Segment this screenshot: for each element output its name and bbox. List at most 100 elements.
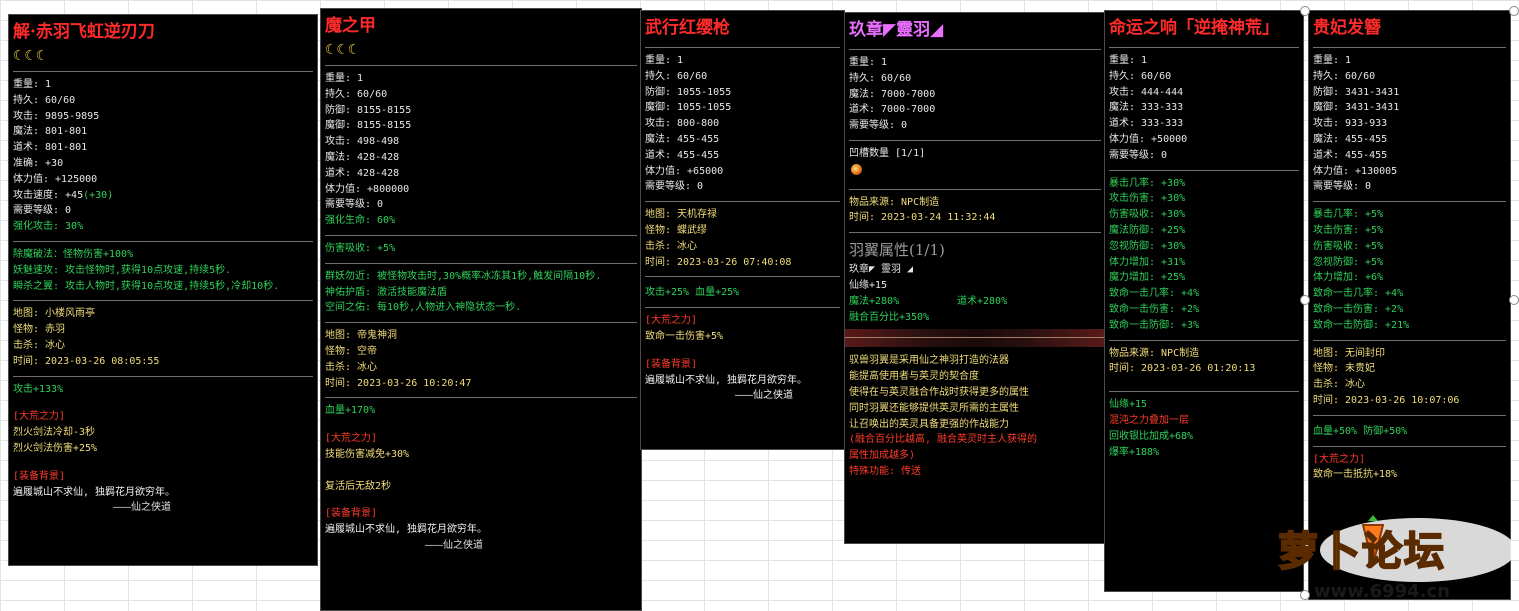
bonus-line: 伤害吸收: +5% <box>1313 240 1384 252</box>
desc-line: 能提高使用者与英灵的契合度 <box>849 371 979 383</box>
tooltip-demon-armor: 魔之甲 ☾☾☾ 重量: 1 持久: 60/60 防御: 8155-8155 魔御… <box>320 8 642 611</box>
moon-rank-icon: ☾☾☾ <box>325 42 360 58</box>
slot-count: 凹槽数量 [1/1] <box>849 147 926 159</box>
gem-orb-icon <box>851 163 862 175</box>
divider <box>1109 339 1299 341</box>
divider <box>849 49 1101 50</box>
wing-stat: 仙缘+15 <box>849 279 888 291</box>
wing-fuse: 融合百分比+350% <box>849 311 930 323</box>
power-line: 复活后无敌2秒 <box>325 480 392 492</box>
stat-line: 攻击: 444-444 <box>1109 86 1184 98</box>
stat-line: 体力值: +800000 <box>325 183 410 195</box>
power-line <box>325 463 637 479</box>
stat-line: 魔御: 3431-3431 <box>1313 102 1400 114</box>
stat-line: 体力值: +65000 <box>645 165 724 177</box>
divider <box>1313 339 1506 341</box>
power-line: 致命一击抵抗+18% <box>1313 469 1398 481</box>
stat-line: 攻击: 9895-9895 <box>13 110 100 122</box>
desc-red-line: (融合百分比越高, 融合英灵时主人获得的 <box>849 434 1038 446</box>
stat-line: 持久: 60/60 <box>1109 70 1172 82</box>
stat-line: 防御: 3431-3431 <box>1313 86 1400 98</box>
watermark-brand: 萝卜论坛 <box>1277 528 1446 576</box>
skill-line: 瞬杀之翼: 攻击人物时,获得10点攻速,持续5秒,冷却10秒. <box>13 280 280 292</box>
strengthen-line: 强化攻击: 30% <box>13 221 84 233</box>
stat-line: 魔法: 7000-7000 <box>849 88 936 100</box>
attack-speed-extra: (+30) <box>83 189 114 201</box>
divider <box>325 397 637 399</box>
origin-line: 地图: 天机存禄 <box>645 209 718 221</box>
watermark-url: www.6994.cn <box>1314 581 1450 602</box>
resize-handle[interactable] <box>1300 295 1310 305</box>
item-title: 贵妃发簪 <box>1313 18 1381 38</box>
divider <box>1313 201 1506 203</box>
wing-stat-row: 魔法+280% 道术+280% <box>849 294 1101 310</box>
resize-handle[interactable] <box>1300 6 1310 16</box>
divider <box>1109 169 1299 171</box>
bonus-line: 暴击几率: +5% <box>1313 209 1384 221</box>
stat-line: 持久: 60/60 <box>849 72 912 84</box>
divider <box>645 201 840 203</box>
stat-line: 需要等级: 0 <box>13 205 72 217</box>
background-title: [装备背景] <box>325 508 378 520</box>
divider <box>1313 445 1506 447</box>
stat-line: 魔御: 8155-8155 <box>325 120 412 132</box>
divider <box>1313 47 1506 48</box>
stat-line: 防御: 1055-1055 <box>645 86 732 98</box>
stat-line: 攻击: 498-498 <box>325 136 400 148</box>
bonus-line: 致命一击几率: +4% <box>1109 288 1200 300</box>
stat-line: 道术: 7000-7000 <box>849 104 936 116</box>
stat-line: 持久: 60/60 <box>13 94 76 106</box>
skill-line: 神佑护盾: 激活技能魔法盾 <box>325 286 448 298</box>
stat-line: 重量: 1 <box>849 57 888 68</box>
power-line: 技能伤害减免+30% <box>325 448 410 460</box>
divider <box>1313 414 1506 416</box>
background-signature: ———仙之侠道 <box>113 502 172 514</box>
stat-line: 需要等级: 0 <box>849 120 908 132</box>
desc-line: 让召唤出的英灵具备更强的作战能力 <box>849 418 1009 430</box>
item-title: 解·赤羽飞虹逆刃刀 <box>13 22 155 42</box>
desc-line: 驭兽羽翼是采用仙之神羽打造的法器 <box>849 355 1009 367</box>
origin-line: 怪物: 蝶武缪 <box>645 224 708 236</box>
resize-handle[interactable] <box>1509 6 1519 16</box>
bonus-line: 攻击+133% <box>13 383 64 395</box>
bonus-line: 血量+170% <box>325 405 376 417</box>
source-line: 时间: 2023-03-26 01:20:13 <box>1109 363 1256 375</box>
wing-tao: 道术+280% <box>957 295 1008 307</box>
power-title: [大荒之力] <box>325 433 378 445</box>
background-title: [装备背景] <box>13 470 66 482</box>
bonus-line: 致命一击几率: +4% <box>1313 288 1404 300</box>
origin-line: 时间: 2023-03-26 10:20:47 <box>325 377 472 389</box>
stat-line: 准确: +30 <box>13 157 64 169</box>
origin-line: 地图: 帝鬼神洞 <box>325 330 398 342</box>
bonus-line: 攻击伤害: +30% <box>1109 193 1186 205</box>
divider <box>325 322 637 324</box>
stat-line: 道术: 333-333 <box>1109 118 1184 130</box>
skill-line: 群妖勿近: 被怪物攻击时,30%概率冰冻其1秒,触发间隔10秒. <box>325 270 602 282</box>
absorb-line: 伤害吸收: +5% <box>325 242 396 254</box>
background-signature: ———仙之侠道 <box>735 390 794 402</box>
divider <box>1109 391 1299 393</box>
origin-line: 怪物: 赤羽 <box>13 324 66 336</box>
divider <box>13 71 313 72</box>
divider <box>849 139 1101 141</box>
stat-line: 重量: 1 <box>645 55 684 66</box>
item-title: 武行红缨枪 <box>645 18 730 38</box>
stat-line: 需要等级: 0 <box>645 181 704 193</box>
bonus-line: 暴击几率: +30% <box>1109 177 1186 189</box>
stat-line: 重量: 1 <box>1109 55 1148 66</box>
power-line: 烈火剑法冷却-3秒 <box>13 427 96 439</box>
tooltip-red-feather-blade: 解·赤羽飞虹逆刃刀 ☾☾☾ 重量: 1 持久: 60/60 攻击: 9895-9… <box>8 14 318 566</box>
divider <box>645 47 840 48</box>
stat-line: 需要等级: 0 <box>1313 181 1372 193</box>
skill-line: 除魔破法：怪物伤害+100% <box>13 248 134 260</box>
stat-line: 道术: 428-428 <box>325 167 400 179</box>
desc-line: 使得在与英灵融合作战时获得更多的属性 <box>849 386 1029 398</box>
divider <box>1109 47 1299 48</box>
resize-handle[interactable] <box>1509 295 1519 305</box>
tooltip-consort-hairpin: 贵妃发簪 重量: 1 持久: 60/60 防御: 3431-3431 魔御: 3… <box>1308 10 1511 600</box>
skill-line: 妖魅速攻: 攻击怪物时,获得10点攻速,持续5秒. <box>13 264 232 276</box>
background-text: 遍履城山不求仙, 独羁花月欲穷年。 <box>645 374 808 386</box>
skill-line: 空间之佑: 每10秒,人物进入神隐状态一秒. <box>325 302 522 314</box>
stat-line: 防御: 8155-8155 <box>325 104 412 116</box>
divider <box>13 375 313 377</box>
